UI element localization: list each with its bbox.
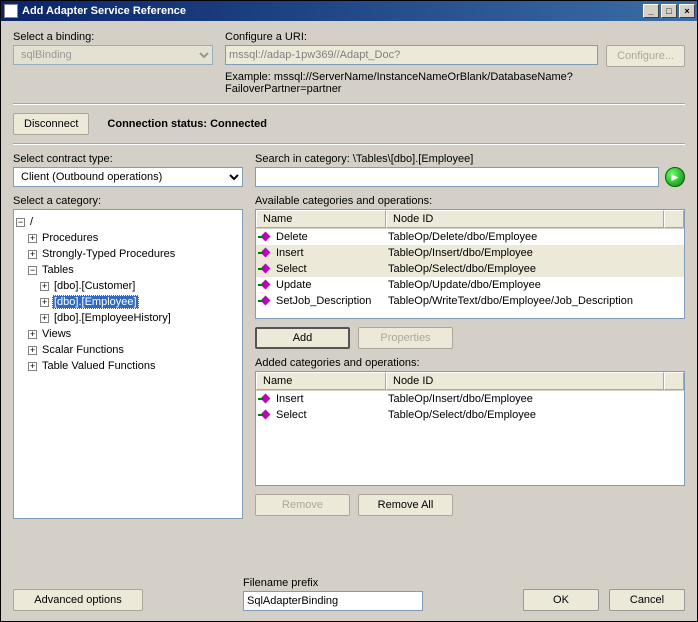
- search-input[interactable]: [255, 167, 659, 187]
- close-icon[interactable]: ×: [679, 4, 695, 18]
- maximize-icon[interactable]: □: [661, 4, 677, 18]
- list-item[interactable]: InsertTableOp/Insert/dbo/Employee: [256, 245, 684, 261]
- operation-icon: [260, 264, 272, 274]
- app-icon: [4, 4, 18, 18]
- titlebar: Add Adapter Service Reference _ □ ×: [1, 1, 697, 21]
- advanced-options-button[interactable]: Advanced options: [13, 589, 143, 611]
- operation-icon: [260, 248, 272, 258]
- cancel-button[interactable]: Cancel: [609, 589, 685, 611]
- remove-all-button[interactable]: Remove All: [358, 494, 453, 516]
- col-name[interactable]: Name: [256, 210, 386, 228]
- added-listview[interactable]: Name Node ID InsertTableOp/Insert/dbo/Em…: [255, 371, 685, 486]
- expand-icon[interactable]: +: [40, 282, 49, 291]
- operation-icon: [260, 410, 272, 420]
- category-tree[interactable]: −/ +Procedures +Strongly-Typed Procedure…: [13, 209, 243, 519]
- expand-icon[interactable]: +: [40, 314, 49, 323]
- available-listview[interactable]: Name Node ID DeleteTableOp/Delete/dbo/Em…: [255, 209, 685, 319]
- list-item[interactable]: SetJob_DescriptionTableOp/WriteText/dbo/…: [256, 293, 684, 309]
- configure-button[interactable]: Configure...: [606, 45, 685, 67]
- filename-prefix-label: Filename prefix: [243, 577, 423, 589]
- expand-icon[interactable]: +: [28, 234, 37, 243]
- uri-input[interactable]: [225, 45, 598, 65]
- select-category-label: Select a category:: [13, 195, 243, 207]
- configure-uri-label: Configure a URI:: [225, 31, 685, 43]
- minimize-icon[interactable]: _: [643, 4, 659, 18]
- disconnect-button[interactable]: Disconnect: [13, 113, 89, 135]
- select-binding-label: Select a binding:: [13, 31, 213, 43]
- operation-icon: [260, 394, 272, 404]
- col-node-id[interactable]: Node ID: [386, 372, 664, 390]
- tree-item[interactable]: +Table Valued Functions: [16, 358, 240, 374]
- operation-icon: [260, 280, 272, 290]
- expand-icon[interactable]: +: [28, 346, 37, 355]
- connection-status-label: Connection status:: [107, 118, 207, 130]
- tree-root[interactable]: −/: [16, 214, 240, 230]
- search-label: Search in category: \Tables\[dbo].[Emplo…: [255, 153, 685, 165]
- go-icon[interactable]: ▶: [665, 167, 685, 187]
- tree-item[interactable]: +Scalar Functions: [16, 342, 240, 358]
- available-ops-label: Available categories and operations:: [255, 195, 685, 207]
- tree-item[interactable]: +[dbo].[Customer]: [16, 278, 240, 294]
- list-item[interactable]: InsertTableOp/Insert/dbo/Employee: [256, 391, 684, 407]
- select-contract-label: Select contract type:: [13, 153, 243, 165]
- list-item[interactable]: SelectTableOp/Select/dbo/Employee: [256, 407, 684, 423]
- contract-select[interactable]: Client (Outbound operations): [13, 167, 243, 187]
- operation-icon: [260, 232, 272, 242]
- dialog-body: Select a binding: sqlBinding Configure a…: [1, 21, 697, 621]
- expand-icon[interactable]: +: [28, 362, 37, 371]
- list-item[interactable]: SelectTableOp/Select/dbo/Employee: [256, 261, 684, 277]
- collapse-icon[interactable]: −: [16, 218, 25, 227]
- properties-button[interactable]: Properties: [358, 327, 453, 349]
- operation-icon: [260, 296, 272, 306]
- separator: [13, 143, 685, 145]
- uri-example-text: Example: mssql://ServerName/InstanceName…: [225, 71, 685, 95]
- tree-item[interactable]: +Views: [16, 326, 240, 342]
- window-title: Add Adapter Service Reference: [22, 5, 641, 17]
- separator: [13, 103, 685, 105]
- add-button[interactable]: Add: [255, 327, 350, 349]
- expand-icon[interactable]: +: [40, 298, 49, 307]
- filename-prefix-input[interactable]: [243, 591, 423, 611]
- tree-item[interactable]: +[dbo].[Employee]: [16, 294, 240, 310]
- col-name[interactable]: Name: [256, 372, 386, 390]
- col-spacer: [664, 372, 684, 390]
- tree-item[interactable]: +Procedures: [16, 230, 240, 246]
- expand-icon[interactable]: +: [28, 250, 37, 259]
- list-item[interactable]: UpdateTableOp/Update/dbo/Employee: [256, 277, 684, 293]
- dialog-window: Add Adapter Service Reference _ □ × Sele…: [0, 0, 698, 622]
- expand-icon[interactable]: +: [28, 330, 37, 339]
- tree-item[interactable]: −Tables: [16, 262, 240, 278]
- ok-button[interactable]: OK: [523, 589, 599, 611]
- tree-item[interactable]: +Strongly-Typed Procedures: [16, 246, 240, 262]
- tree-item[interactable]: +[dbo].[EmployeeHistory]: [16, 310, 240, 326]
- collapse-icon[interactable]: −: [28, 266, 37, 275]
- connection-status-value: Connected: [210, 118, 267, 130]
- tree-item-selected: [dbo].[Employee]: [52, 295, 139, 309]
- col-spacer: [664, 210, 684, 228]
- added-ops-label: Added categories and operations:: [255, 357, 685, 369]
- remove-button[interactable]: Remove: [255, 494, 350, 516]
- list-item[interactable]: DeleteTableOp/Delete/dbo/Employee: [256, 229, 684, 245]
- binding-select[interactable]: sqlBinding: [13, 45, 213, 65]
- col-node-id[interactable]: Node ID: [386, 210, 664, 228]
